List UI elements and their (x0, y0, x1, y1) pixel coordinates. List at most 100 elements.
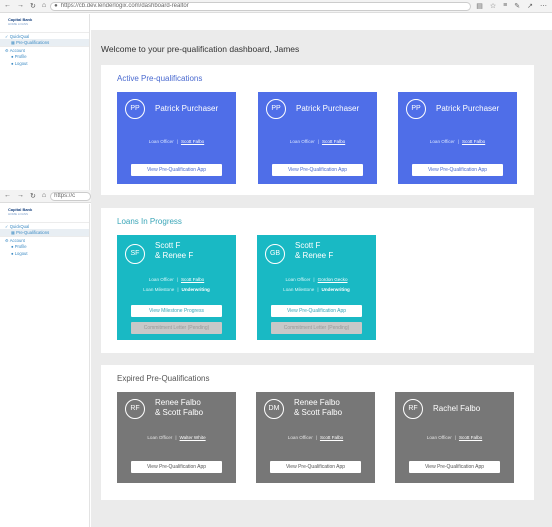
sidebar-section-account[interactable]: ⚙ Account (0, 46, 89, 53)
loans-in-progress-panel: Loans In Progress SF Scott F & Renee F L… (101, 208, 534, 353)
commitment-letter-button[interactable]: Commitment Letter (Pending) (271, 322, 362, 334)
address-url-short: https://c (54, 193, 76, 199)
client-name: Renee Falbo & Scott Falbo (155, 398, 204, 417)
lock-icon: ● (54, 3, 58, 9)
browser-toolbar: ← → ↻ ⌂ ● https://cb.dev.lenderlogix.com… (0, 0, 552, 13)
loan-officer-line: Loan Officer | Scott Falbo (287, 435, 344, 440)
view-prequal-button[interactable]: View Pre-Qualification App (412, 164, 503, 176)
sidebar-item-logout[interactable]: ● Logout (0, 60, 89, 67)
client-name: Scott F & Renee F (155, 241, 194, 260)
loan-milestone-line: Loan Milestone | Underwriting (143, 287, 210, 292)
panel-title: Loans In Progress (117, 217, 182, 226)
view-prequal-button[interactable]: View Pre-Qualification App (409, 461, 500, 473)
milestone-value: Underwriting (181, 287, 210, 292)
client-name: Patrick Purchaser (155, 104, 219, 113)
share-icon[interactable]: ↗ (527, 2, 533, 10)
favorite-icon[interactable]: ☆ (490, 2, 496, 10)
sidebar-item-prequalifications[interactable]: ▦ Pre-Qualifications (0, 39, 89, 46)
loan-officer-line: Loan Officer | Scott Falbo (289, 139, 346, 144)
loan-officer-link[interactable]: Gordon Gecko (318, 277, 348, 282)
address-url: https://cb.dev.lenderlogix.com/dashboard… (60, 3, 189, 9)
loan-officer-link[interactable]: Scott Falbo (320, 435, 343, 440)
reading-view-icon[interactable]: ▤ (476, 2, 483, 10)
browser-tools: ▤ ☆ ≡ ✎ ↗ ⋯ (471, 2, 552, 10)
loan-card: SF Scott F & Renee F Loan Officer | Scott … (117, 235, 236, 340)
address-bar-secondary[interactable]: https://c (50, 191, 91, 201)
avatar: RF (403, 399, 423, 419)
avatar: PP (406, 99, 426, 119)
avatar: PP (125, 99, 145, 119)
expired-card: DM Renee Falbo & Scott Falbo Loan Office… (256, 392, 375, 483)
more-icon[interactable]: ⋯ (540, 2, 547, 10)
milestone-value: Underwriting (321, 287, 350, 292)
logo: Capital Bank HOME LOANS (8, 17, 33, 27)
home-icon[interactable]: ⌂ (42, 2, 46, 10)
client-name: Rachel Falbo (433, 404, 481, 413)
sidebar: Capital Bank HOME LOANS ✓ QuickQual ▦ Pr… (0, 14, 90, 190)
loan-officer-link[interactable]: Walter White (180, 435, 206, 440)
back-icon[interactable]: ← (4, 192, 11, 200)
view-prequal-button[interactable]: View Pre-Qualification App (271, 305, 362, 317)
sidebar-secondary: Capital Bank HOME LOANS ✓ QuickQual ▦ Pr… (0, 204, 90, 527)
forward-icon[interactable]: → (17, 2, 24, 10)
prequal-card: PP Patrick Purchaser Loan Officer | Scott … (398, 92, 517, 184)
loan-officer-link[interactable]: Scott Falbo (459, 435, 482, 440)
client-name: Patrick Purchaser (296, 104, 360, 113)
loan-officer-link[interactable]: Scott Falbo (181, 139, 204, 144)
loan-officer-link[interactable]: Scott Falbo (181, 277, 204, 282)
loan-officer-line: Loan Officer | Scott Falbo (429, 139, 486, 144)
active-prequalifications-panel: Active Pre-qualifications PP Patrick Pur… (101, 65, 534, 195)
view-prequal-button[interactable]: View Pre-Qualification App (131, 164, 222, 176)
dashboard-main: Welcome to your pre-qualification dashbo… (91, 30, 552, 527)
view-milestone-button[interactable]: View Milestone Progress (131, 305, 222, 317)
panel-title: Expired Pre-Qualifications (117, 374, 210, 383)
sidebar-item-profile[interactable]: ● Profile (0, 53, 89, 60)
view-prequal-button[interactable]: View Pre-Qualification App (270, 461, 361, 473)
expired-card: RF Renee Falbo & Scott Falbo Loan Office… (117, 392, 236, 483)
refresh-icon[interactable]: ↻ (30, 2, 36, 10)
back-icon[interactable]: ← (4, 2, 11, 10)
expired-card: RF Rachel Falbo Loan Officer | Scott Falbo… (395, 392, 514, 483)
sidebar-item-prequalifications[interactable]: ▦ Pre-Qualifications (0, 229, 89, 236)
panel-title: Active Pre-qualifications (117, 74, 203, 83)
prequal-card: PP Patrick Purchaser Loan Officer | Scott … (117, 92, 236, 184)
notes-icon[interactable]: ✎ (514, 2, 520, 10)
expired-prequalifications-panel: Expired Pre-Qualifications RF Renee Falb… (101, 365, 534, 500)
avatar: GB (265, 244, 285, 264)
page-title: Welcome to your pre-qualification dashbo… (101, 44, 300, 54)
client-name: Renee Falbo & Scott Falbo (294, 398, 343, 417)
sidebar-item-profile[interactable]: ● Profile (0, 243, 89, 250)
loan-officer-line: Loan Officer | Gordon Gecko (285, 277, 348, 282)
loan-officer-line: Loan Officer | Scott Falbo (148, 277, 205, 282)
sidebar-section-quickqual[interactable]: ✓ QuickQual (0, 32, 89, 39)
refresh-icon[interactable]: ↻ (30, 192, 36, 200)
loan-officer-link[interactable]: Scott Falbo (462, 139, 485, 144)
address-bar[interactable]: ● https://cb.dev.lenderlogix.com/dashboa… (50, 1, 472, 11)
favorites-bar-icon[interactable]: ≡ (503, 2, 507, 10)
loan-card: GB Scott F & Renee F Loan Officer | Gordon… (257, 235, 376, 340)
avatar: PP (266, 99, 286, 119)
home-icon[interactable]: ⌂ (42, 192, 46, 200)
sidebar-item-logout[interactable]: ● Logout (0, 250, 89, 257)
commitment-letter-button[interactable]: Commitment Letter (Pending) (131, 322, 222, 334)
avatar: RF (125, 399, 145, 419)
sidebar-section-account[interactable]: ⚙ Account (0, 236, 89, 243)
loan-officer-line: Loan Officer | Scott Falbo (148, 139, 205, 144)
browser-toolbar-secondary: ← → ↻ ⌂ https://c (0, 190, 91, 203)
prequal-card: PP Patrick Purchaser Loan Officer | Scott … (258, 92, 377, 184)
logo: Capital Bank HOME LOANS (8, 207, 33, 217)
view-prequal-button[interactable]: View Pre-Qualification App (272, 164, 363, 176)
sidebar-section-quickqual[interactable]: ✓ QuickQual (0, 222, 89, 229)
view-prequal-button[interactable]: View Pre-Qualification App (131, 461, 222, 473)
client-name: Patrick Purchaser (436, 104, 500, 113)
avatar: SF (125, 244, 145, 264)
avatar: DM (264, 399, 284, 419)
loan-officer-link[interactable]: Scott Falbo (322, 139, 345, 144)
loan-milestone-line: Loan Milestone | Underwriting (283, 287, 350, 292)
forward-icon[interactable]: → (17, 192, 24, 200)
client-name: Scott F & Renee F (295, 241, 334, 260)
loan-officer-line: Loan Officer | Scott Falbo (426, 435, 483, 440)
browser-nav: ← → ↻ ⌂ (0, 2, 50, 10)
loan-officer-line: Loan Officer | Walter White (147, 435, 206, 440)
browser-nav-secondary: ← → ↻ ⌂ (0, 192, 50, 200)
